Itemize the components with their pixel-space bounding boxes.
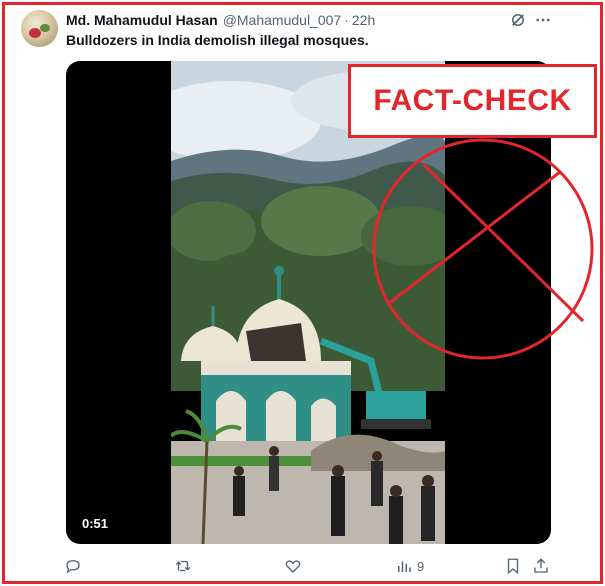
red-border-frame <box>2 2 603 584</box>
